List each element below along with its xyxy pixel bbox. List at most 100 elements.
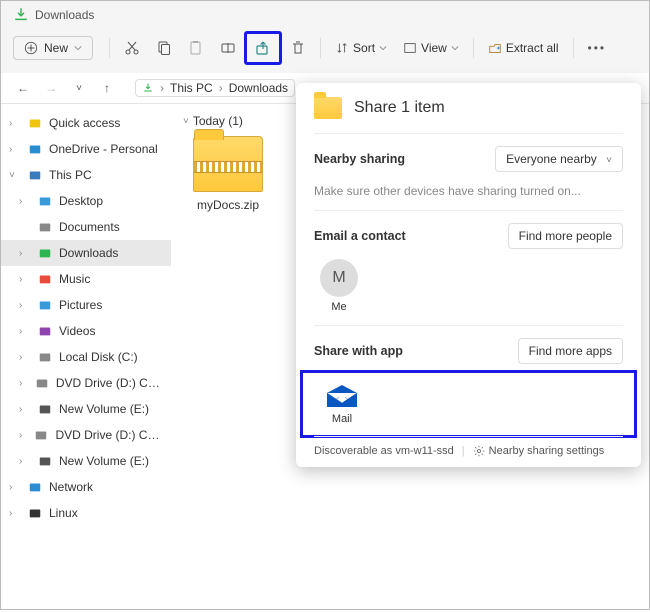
- sort-button[interactable]: Sort: [327, 35, 395, 61]
- share-panel: Share 1 item Nearby sharing Everyone nea…: [296, 83, 641, 467]
- find-apps-button[interactable]: Find more apps: [518, 338, 623, 364]
- folder-icon: [27, 479, 43, 495]
- sidebar-item-label: Downloads: [59, 246, 118, 260]
- folder-icon: [314, 97, 342, 119]
- chevron-down-icon: [74, 44, 82, 52]
- folder-icon: [37, 401, 53, 417]
- toolbar: New Sort View Extract all •••: [13, 27, 637, 73]
- gear-icon: [473, 445, 485, 457]
- contact-me[interactable]: M Me: [314, 259, 364, 313]
- nearby-sharing-label: Nearby sharing: [314, 152, 405, 166]
- sidebar-item-label: OneDrive - Personal: [49, 142, 158, 156]
- sidebar-item-label: New Volume (E:): [59, 454, 149, 468]
- sidebar-item[interactable]: ›Network: [1, 474, 171, 500]
- nearby-select-value: Everyone nearby: [506, 152, 597, 166]
- chevron-icon: ›: [19, 274, 31, 285]
- new-button-label: New: [44, 41, 68, 55]
- sidebar-item-label: Quick access: [49, 116, 120, 130]
- sidebar-item[interactable]: ›Downloads: [1, 240, 171, 266]
- rename-button[interactable]: [212, 34, 244, 62]
- sidebar-item[interactable]: ›Linux: [1, 500, 171, 526]
- share-button[interactable]: [244, 31, 282, 65]
- folder-icon: [37, 271, 53, 287]
- sidebar-item-label: Music: [59, 272, 90, 286]
- sidebar-item[interactable]: › DVD Drive (D:) CCCOMA_X6: [1, 422, 171, 448]
- sidebar-item[interactable]: › Quick access: [1, 110, 171, 136]
- copy-button[interactable]: [148, 34, 180, 62]
- chevron-icon: ›: [19, 300, 31, 311]
- downloads-icon: [13, 7, 29, 23]
- cut-button[interactable]: [116, 34, 148, 62]
- sidebar-item-label: DVD Drive (D:) CCCOMA_X: [56, 376, 167, 390]
- nearby-settings-link[interactable]: Nearby sharing settings: [489, 445, 605, 457]
- folder-icon: [37, 245, 53, 261]
- paste-button[interactable]: [180, 34, 212, 62]
- sidebar-item-label: Documents: [59, 220, 120, 234]
- sidebar-item-label: This PC: [49, 168, 92, 182]
- sidebar-item[interactable]: ›Videos: [1, 318, 171, 344]
- chevron-icon: ›: [19, 196, 31, 207]
- sidebar-item[interactable]: › Music: [1, 266, 171, 292]
- folder-icon: [37, 349, 53, 365]
- delete-button[interactable]: [282, 34, 314, 62]
- chevron-icon: ›: [9, 118, 21, 129]
- folder-icon: [37, 453, 53, 469]
- chevron-icon: ›: [9, 482, 21, 493]
- contact-name: Me: [331, 301, 346, 313]
- sidebar-item[interactable]: ›Pictures: [1, 292, 171, 318]
- chevron-icon: ›: [19, 430, 27, 441]
- sidebar-item[interactable]: › DVD Drive (D:) CCCOMA_X: [1, 370, 171, 396]
- sidebar-item-label: Desktop: [59, 194, 103, 208]
- sidebar-item[interactable]: › New Volume (E:): [1, 448, 171, 474]
- up-button[interactable]: ↑: [97, 81, 117, 95]
- find-people-button[interactable]: Find more people: [508, 223, 623, 249]
- downloads-icon: [142, 82, 154, 94]
- chevron-icon: ›: [19, 456, 31, 467]
- nearby-hint: Make sure other devices have sharing tur…: [314, 184, 623, 198]
- sidebar-item-label: New Volume (E:): [59, 402, 149, 416]
- breadcrumb-current[interactable]: Downloads: [229, 81, 288, 95]
- extract-all-button[interactable]: Extract all: [480, 35, 567, 61]
- sidebar-item[interactable]: ›OneDrive - Personal: [1, 136, 171, 162]
- chevron-icon: ˅: [9, 170, 21, 181]
- mail-app[interactable]: Mail: [317, 383, 367, 425]
- sidebar-item[interactable]: ˅ This PC: [1, 162, 171, 188]
- sidebar-item[interactable]: Documents: [1, 214, 171, 240]
- chevron-icon: ›: [19, 404, 31, 415]
- email-contact-label: Email a contact: [314, 229, 406, 243]
- breadcrumb-path[interactable]: › This PC › Downloads: [135, 79, 295, 97]
- app-name: Mail: [332, 413, 352, 425]
- folder-icon: [27, 167, 43, 183]
- sidebar-item[interactable]: › Local Disk (C:): [1, 344, 171, 370]
- file-name: myDocs.zip: [183, 198, 273, 212]
- chevron-down-icon: [379, 44, 387, 52]
- chevron-icon: ›: [19, 352, 31, 363]
- new-button[interactable]: New: [13, 36, 93, 60]
- avatar: M: [320, 259, 358, 297]
- folder-icon: [27, 141, 43, 157]
- folder-icon: [27, 115, 43, 131]
- group-header-label: Today (1): [193, 114, 243, 128]
- view-button[interactable]: View: [395, 35, 467, 61]
- sidebar-item[interactable]: › Desktop: [1, 188, 171, 214]
- sidebar-item[interactable]: › New Volume (E:): [1, 396, 171, 422]
- forward-button[interactable]: →: [41, 81, 61, 95]
- back-button[interactable]: ←: [13, 81, 33, 95]
- share-app-label: Share with app: [314, 344, 403, 358]
- chevron-down-icon[interactable]: ˅: [69, 83, 89, 94]
- nearby-select[interactable]: Everyone nearby ˅: [495, 146, 623, 172]
- sort-label: Sort: [353, 41, 375, 55]
- chevron-icon: ›: [19, 378, 28, 389]
- folder-icon: [37, 323, 53, 339]
- sidebar-item-label: Linux: [49, 506, 78, 520]
- breadcrumb-root[interactable]: This PC: [170, 81, 213, 95]
- folder-icon: [37, 297, 53, 313]
- sidebar-item-label: DVD Drive (D:) CCCOMA_X6: [55, 428, 167, 442]
- folder-icon: [37, 193, 53, 209]
- zip-icon: [193, 136, 263, 192]
- sidebar-item-label: Local Disk (C:): [59, 350, 138, 364]
- more-button[interactable]: •••: [580, 35, 615, 61]
- folder-icon: [37, 219, 53, 235]
- file-tile[interactable]: myDocs.zip: [183, 136, 273, 212]
- folder-icon: [33, 427, 49, 443]
